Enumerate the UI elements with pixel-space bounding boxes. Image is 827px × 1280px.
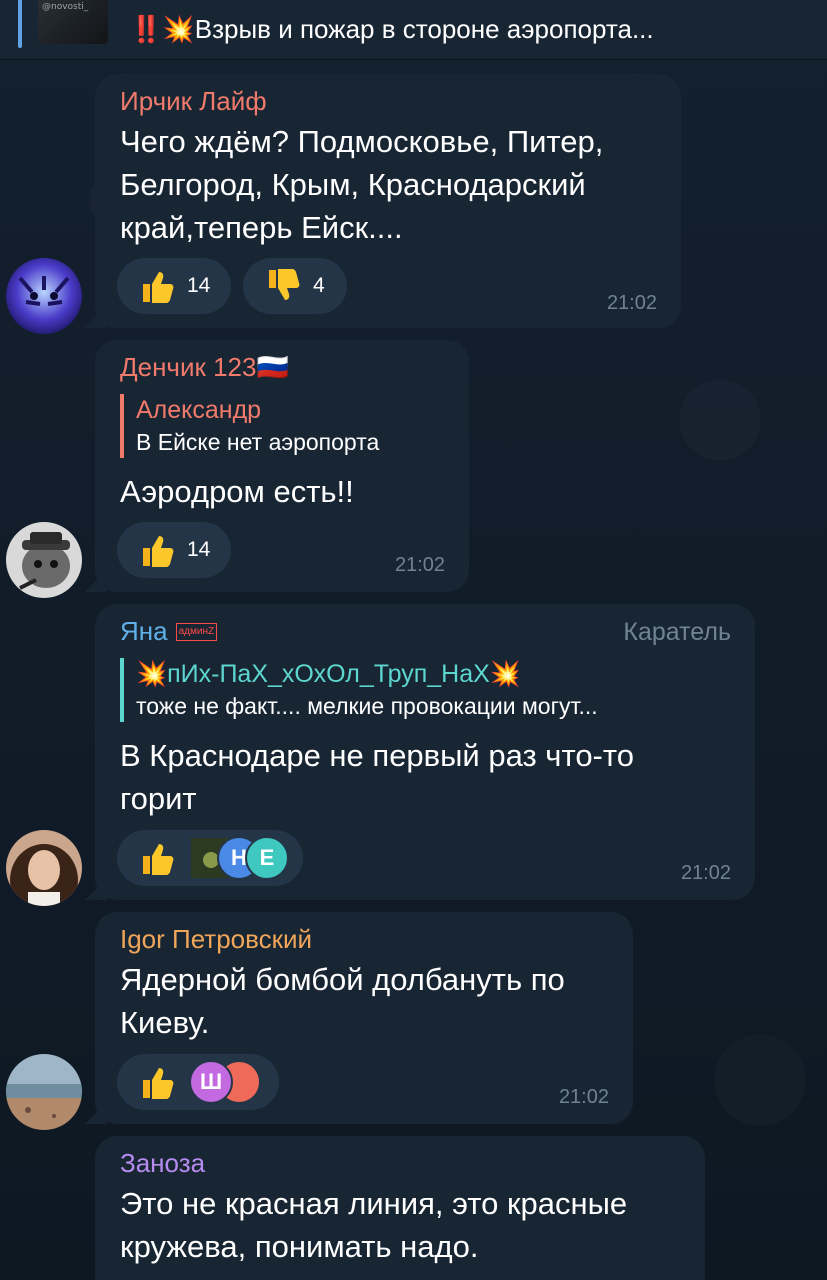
message-author[interactable]: Ирчик Лайф bbox=[120, 86, 267, 117]
message-line: Белгород, Крым, Краснодарский bbox=[120, 167, 586, 202]
thumbs-up-icon bbox=[143, 536, 174, 567]
reactor-avatar: Ш bbox=[189, 1060, 233, 1104]
message-line: горит bbox=[120, 781, 197, 816]
avatar-irchik[interactable] bbox=[6, 258, 82, 334]
reply-quote[interactable]: Александр В Ейске нет аэропорта bbox=[120, 394, 379, 458]
reaction-count: 14 bbox=[187, 538, 211, 561]
message-line: Чего ждём? Подмосковье, Питер, bbox=[120, 124, 604, 159]
reaction-thumbs-up[interactable]: Н Е bbox=[117, 830, 303, 886]
member-rank: Каратель bbox=[623, 618, 731, 646]
tiger-avatar-image bbox=[6, 258, 82, 334]
reply-quote[interactable]: 💥пИх-ПаХ_хОхОл_Труп_НаХ💥 тоже не факт...… bbox=[120, 658, 598, 722]
message-time: 21:02 bbox=[606, 292, 657, 314]
cat-avatar-image bbox=[6, 522, 82, 598]
message-line: Аэродром есть!! bbox=[120, 474, 354, 509]
reply-author: Александр bbox=[136, 396, 262, 424]
message-time: 21:02 bbox=[394, 554, 445, 576]
message-line: Киеву. bbox=[120, 1005, 210, 1040]
avatar-yana[interactable] bbox=[6, 830, 82, 906]
pinned-message-text: ‼️💥Взрыв и пожар в стороне аэропорта... bbox=[130, 14, 654, 44]
pinned-thumbnail-label: @novosti_ bbox=[42, 2, 89, 12]
message-bubble[interactable]: Яна админZ Каратель 💥пИх-ПаХ_хОхОл_Труп_… bbox=[85, 604, 755, 900]
pinned-accent-bar bbox=[18, 0, 22, 48]
thumbs-up-icon bbox=[143, 1068, 174, 1099]
reaction-thumbs-up[interactable]: 14 bbox=[117, 522, 231, 578]
message-author[interactable]: Яна админZ bbox=[120, 616, 218, 647]
author-badge: админZ bbox=[175, 622, 218, 641]
message-line: край,теперь Ейск.... bbox=[120, 210, 403, 245]
message-author[interactable]: Заноза bbox=[120, 1148, 205, 1179]
message-line: Ядерной бомбой долбануть по bbox=[120, 962, 565, 997]
woman-avatar-image bbox=[6, 830, 82, 906]
message-line: Это не красная линия, это красные bbox=[120, 1186, 628, 1221]
message-text: Ядерной бомбой долбануть по Киеву. bbox=[120, 958, 565, 1044]
reaction-thumbs-down[interactable]: 4 bbox=[243, 258, 347, 314]
thumbs-up-icon bbox=[143, 844, 174, 875]
message-author[interactable]: Igor Петровский bbox=[120, 924, 312, 955]
avatar-igor[interactable] bbox=[6, 1054, 82, 1130]
pinned-message-bar[interactable]: @novosti_ ‼️💥Взрыв и пожар в стороне аэр… bbox=[0, 0, 827, 60]
thumbs-down-icon bbox=[269, 269, 300, 300]
message-bubble[interactable]: Ирчик Лайф Чего ждём? Подмосковье, Питер… bbox=[85, 74, 681, 328]
message-text: Аэродром есть!! bbox=[120, 470, 354, 513]
message-line: В Краснодаре не первый раз что-то bbox=[120, 738, 634, 773]
pinned-thumbnail: @novosti_ bbox=[38, 0, 108, 44]
message-author[interactable]: Денчик 123🇷🇺 bbox=[120, 352, 289, 383]
reaction-thumbs-up[interactable]: 14 bbox=[117, 258, 231, 314]
message-time: 21:02 bbox=[680, 862, 731, 884]
thumbs-up-icon bbox=[143, 272, 174, 303]
reply-author: 💥пИх-ПаХ_хОхОл_Труп_НаХ💥 bbox=[136, 660, 521, 688]
avatar-denchik[interactable] bbox=[6, 522, 82, 598]
message-time: 21:02 bbox=[558, 1086, 609, 1108]
reaction-count: 4 bbox=[313, 274, 325, 297]
message-bubble[interactable]: Денчик 123🇷🇺 Александр В Ейске нет аэроп… bbox=[85, 340, 469, 592]
message-line: кружева, понимать надо. bbox=[120, 1229, 479, 1264]
reactor-avatar: Е bbox=[245, 836, 289, 880]
beach-avatar-image bbox=[6, 1054, 82, 1130]
reaction-count: 14 bbox=[187, 274, 211, 297]
reaction-thumbs-up[interactable]: Ш bbox=[117, 1054, 279, 1110]
reply-text: тоже не факт.... мелкие провокации могут… bbox=[136, 693, 598, 719]
message-text: В Краснодаре не первый раз что-то горит bbox=[120, 734, 634, 820]
reply-text: В Ейске нет аэропорта bbox=[136, 429, 380, 455]
message-bubble[interactable]: Заноза Это не красная линия, это красные… bbox=[95, 1136, 705, 1280]
author-name: Яна bbox=[120, 616, 168, 646]
message-bubble[interactable]: Igor Петровский Ядерной бомбой долбануть… bbox=[85, 912, 633, 1124]
message-text: Это не красная линия, это красные кружев… bbox=[120, 1182, 627, 1268]
message-text: Чего ждём? Подмосковье, Питер, Белгород,… bbox=[120, 120, 603, 249]
